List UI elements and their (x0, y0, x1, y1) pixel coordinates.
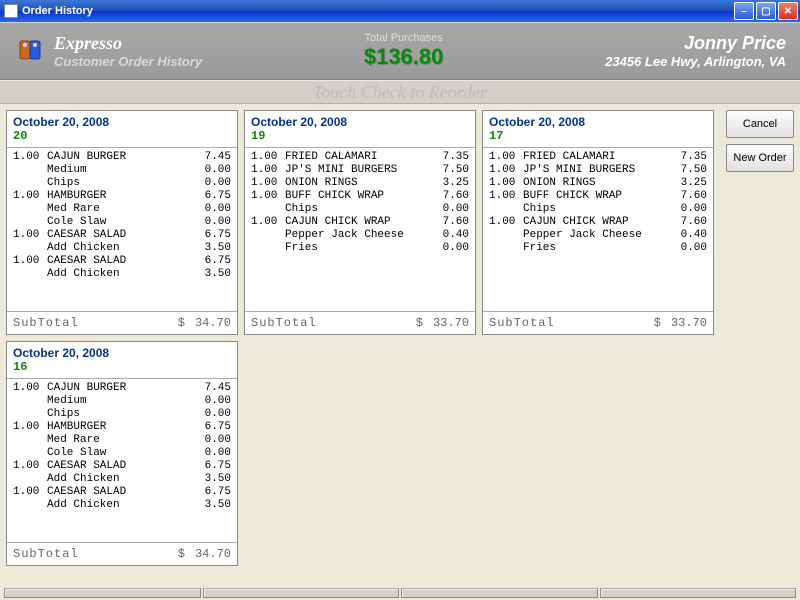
brand-name: Expresso (54, 33, 202, 54)
order-card[interactable]: October 20, 2008201.00CAJUN BURGER7.45Me… (6, 110, 238, 335)
order-subtotal: SubTotal$33.70 (483, 311, 713, 334)
order-lines: 1.00FRIED CALAMARI7.351.00JP'S MINI BURG… (245, 148, 475, 311)
order-line-item: 1.00CAESAR SALAD6.75 (13, 255, 231, 268)
brand-logo-icon (14, 35, 46, 67)
order-line-item: 1.00ONION RINGS3.25 (489, 177, 707, 190)
order-line-item: 1.00JP'S MINI BURGERS7.50 (251, 164, 469, 177)
order-line-modifier: Pepper Jack Cheese0.40 (251, 229, 469, 242)
order-line-modifier: Chips0.00 (489, 203, 707, 216)
order-number: 16 (13, 360, 231, 374)
order-line-item: 1.00CAJUN CHICK WRAP7.60 (251, 216, 469, 229)
total-purchases-label: Total Purchases (202, 32, 605, 44)
order-subtotal: SubTotal$34.70 (7, 311, 237, 334)
new-order-button[interactable]: New Order (726, 144, 794, 172)
order-line-item: 1.00CAJUN BURGER7.45 (13, 382, 231, 395)
order-lines: 1.00FRIED CALAMARI7.351.00JP'S MINI BURG… (483, 148, 713, 311)
maximize-button[interactable]: ▢ (756, 2, 776, 20)
total-purchases-amount: $136.80 (202, 44, 605, 70)
order-line-modifier: Cole Slaw0.00 (13, 216, 231, 229)
order-line-modifier: Medium0.00 (13, 164, 231, 177)
order-line-modifier: Cole Slaw0.00 (13, 447, 231, 460)
status-bar (4, 588, 796, 598)
orders-grid: October 20, 2008201.00CAJUN BURGER7.45Me… (0, 104, 726, 583)
order-line-item: 1.00HAMBURGER6.75 (13, 190, 231, 203)
order-line-modifier: Fries0.00 (251, 242, 469, 255)
order-date: October 20, 2008 (13, 115, 231, 129)
header: Expresso Customer Order History Total Pu… (0, 22, 800, 80)
window-titlebar: Order History – ▢ ✕ (0, 0, 800, 22)
order-line-modifier: Medium0.00 (13, 395, 231, 408)
order-line-item: 1.00ONION RINGS3.25 (251, 177, 469, 190)
order-lines: 1.00CAJUN BURGER7.45Medium0.00Chips0.001… (7, 148, 237, 311)
order-line-modifier: Chips0.00 (251, 203, 469, 216)
order-subtotal: SubTotal$33.70 (245, 311, 475, 334)
instruction-text: Touch Check to Reorder (0, 80, 800, 104)
order-line-modifier: Med Rare0.00 (13, 203, 231, 216)
order-line-item: 1.00BUFF CHICK WRAP7.60 (489, 190, 707, 203)
order-line-modifier: Chips0.00 (13, 177, 231, 190)
customer-name: Jonny Price (605, 33, 786, 54)
order-line-modifier: Add Chicken3.50 (13, 242, 231, 255)
order-subtotal: SubTotal$34.70 (7, 542, 237, 565)
order-number: 20 (13, 129, 231, 143)
order-card[interactable]: October 20, 200817 1.00FRIED CALAMARI7.35… (482, 110, 714, 335)
order-date: October 20, 2008 (13, 346, 231, 360)
order-line-modifier: Pepper Jack Cheese0.40 (489, 229, 707, 242)
order-lines: 1.00CAJUN BURGER7.45Medium0.00Chips0.001… (7, 379, 237, 542)
app-icon (4, 4, 18, 18)
order-line-modifier: Add Chicken3.50 (13, 473, 231, 486)
order-date: October 20, 2008 (489, 115, 707, 129)
order-line-item: 1.00JP'S MINI BURGERS7.50 (489, 164, 707, 177)
order-line-item: 1.00BUFF CHICK WRAP7.60 (251, 190, 469, 203)
minimize-button[interactable]: – (734, 2, 754, 20)
order-number: 17 (489, 129, 707, 143)
order-line-modifier: Fries0.00 (489, 242, 707, 255)
close-button[interactable]: ✕ (778, 2, 798, 20)
customer-address: 23456 Lee Hwy, Arlington, VA (605, 54, 786, 69)
order-line-modifier: Chips0.00 (13, 408, 231, 421)
cancel-button[interactable]: Cancel (726, 110, 794, 138)
order-date: October 20, 2008 (251, 115, 469, 129)
order-number: 19 (251, 129, 469, 143)
order-line-item: 1.00CAJUN CHICK WRAP7.60 (489, 216, 707, 229)
order-line-item: 1.00CAESAR SALAD6.75 (13, 229, 231, 242)
order-line-modifier: Med Rare0.00 (13, 434, 231, 447)
order-line-modifier: Add Chicken3.50 (13, 499, 231, 512)
order-line-item: 1.00HAMBURGER6.75 (13, 421, 231, 434)
window-title: Order History (22, 5, 734, 17)
order-line-item: 1.00CAESAR SALAD6.75 (13, 460, 231, 473)
order-line-modifier: Add Chicken3.50 (13, 268, 231, 281)
order-line-item: 1.00CAJUN BURGER7.45 (13, 151, 231, 164)
order-card[interactable]: October 20, 200819 1.00FRIED CALAMARI7.35… (244, 110, 476, 335)
order-line-item: 1.00CAESAR SALAD6.75 (13, 486, 231, 499)
order-line-item: 1.00FRIED CALAMARI7.35 (251, 151, 469, 164)
page-subtitle: Customer Order History (54, 54, 202, 69)
order-line-item: 1.00FRIED CALAMARI7.35 (489, 151, 707, 164)
order-card[interactable]: October 20, 2008161.00CAJUN BURGER7.45Me… (6, 341, 238, 566)
